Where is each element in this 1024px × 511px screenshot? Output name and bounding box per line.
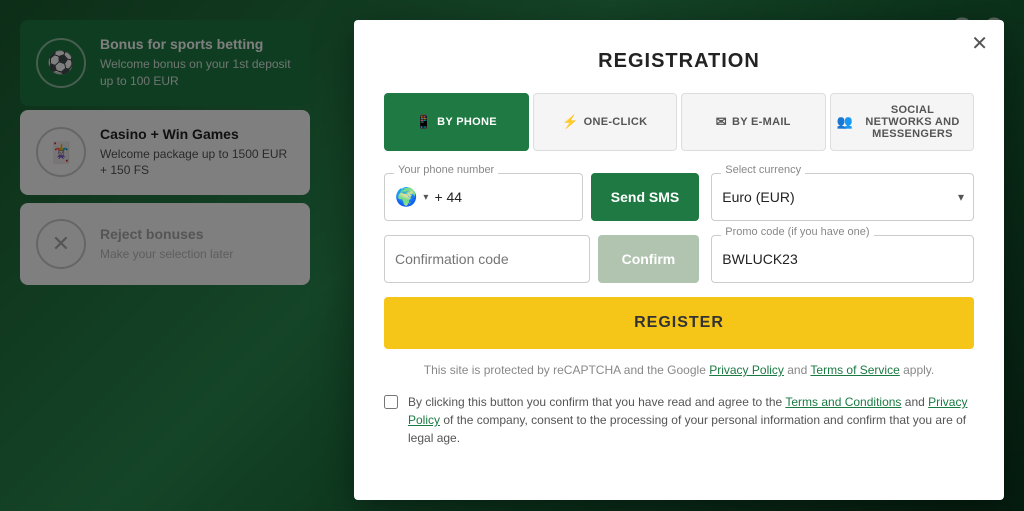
phone-prefix: + 44 bbox=[434, 189, 571, 205]
phone-currency-row: Your phone number 🌍 ▾ + 44 Send SMS Sele… bbox=[384, 173, 974, 221]
confirmation-input[interactable] bbox=[384, 235, 590, 283]
terms-text: By clicking this button you confirm that… bbox=[408, 393, 974, 447]
confirmation-promo-row: Confirm Promo code (if you have one) bbox=[384, 235, 974, 283]
confirm-button[interactable]: Confirm bbox=[598, 235, 700, 283]
currency-select[interactable]: Euro (EUR) USD (USD) GBP (GBP) bbox=[711, 173, 974, 221]
flag-chevron-icon: ▾ bbox=[423, 192, 428, 203]
oneclick-tab-label: ONE-CLICK bbox=[584, 116, 648, 128]
terms-of-service-link[interactable]: Terms of Service bbox=[810, 363, 899, 377]
terms-conditions-link[interactable]: Terms and Conditions bbox=[785, 395, 901, 409]
currency-label: Select currency bbox=[721, 164, 805, 176]
tab-email[interactable]: ✉ BY E-MAIL bbox=[681, 93, 826, 151]
tab-phone[interactable]: 📱 BY PHONE bbox=[384, 93, 529, 151]
social-tab-label: SOCIAL NETWORKS AND MESSENGERS bbox=[858, 104, 967, 140]
tab-oneclick[interactable]: ⚡ ONE-CLICK bbox=[533, 93, 678, 151]
registration-modal: ✕ REGISTRATION 📱 BY PHONE ⚡ ONE-CLICK ✉ … bbox=[354, 20, 1004, 500]
phone-tab-label: BY PHONE bbox=[437, 116, 497, 128]
register-button[interactable]: REGISTER bbox=[384, 297, 974, 349]
modal-overlay: ✕ REGISTRATION 📱 BY PHONE ⚡ ONE-CLICK ✉ … bbox=[0, 0, 1024, 511]
tab-social[interactable]: 👥 SOCIAL NETWORKS AND MESSENGERS bbox=[830, 93, 975, 151]
recaptcha-text: This site is protected by reCAPTCHA and … bbox=[384, 363, 974, 377]
send-sms-button[interactable]: Send SMS bbox=[591, 173, 699, 221]
oneclick-tab-icon: ⚡ bbox=[562, 114, 579, 130]
privacy-policy-link[interactable]: Privacy Policy bbox=[709, 363, 784, 377]
terms-checkbox[interactable] bbox=[384, 395, 398, 409]
modal-title: REGISTRATION bbox=[384, 50, 974, 73]
social-tab-icon: 👥 bbox=[837, 114, 854, 130]
close-button[interactable]: ✕ bbox=[971, 34, 988, 54]
promo-label: Promo code (if you have one) bbox=[721, 226, 873, 238]
email-tab-label: BY E-MAIL bbox=[732, 116, 791, 128]
flag-icon: 🌍 bbox=[395, 187, 417, 208]
phone-label: Your phone number bbox=[394, 164, 498, 176]
email-tab-icon: ✉ bbox=[716, 114, 727, 130]
terms-checkbox-row: By clicking this button you confirm that… bbox=[384, 393, 974, 447]
promo-input[interactable] bbox=[711, 235, 974, 283]
registration-tabs: 📱 BY PHONE ⚡ ONE-CLICK ✉ BY E-MAIL 👥 SOC… bbox=[384, 93, 974, 151]
phone-tab-icon: 📱 bbox=[416, 114, 433, 130]
phone-input-wrapper[interactable]: 🌍 ▾ + 44 bbox=[384, 173, 583, 221]
